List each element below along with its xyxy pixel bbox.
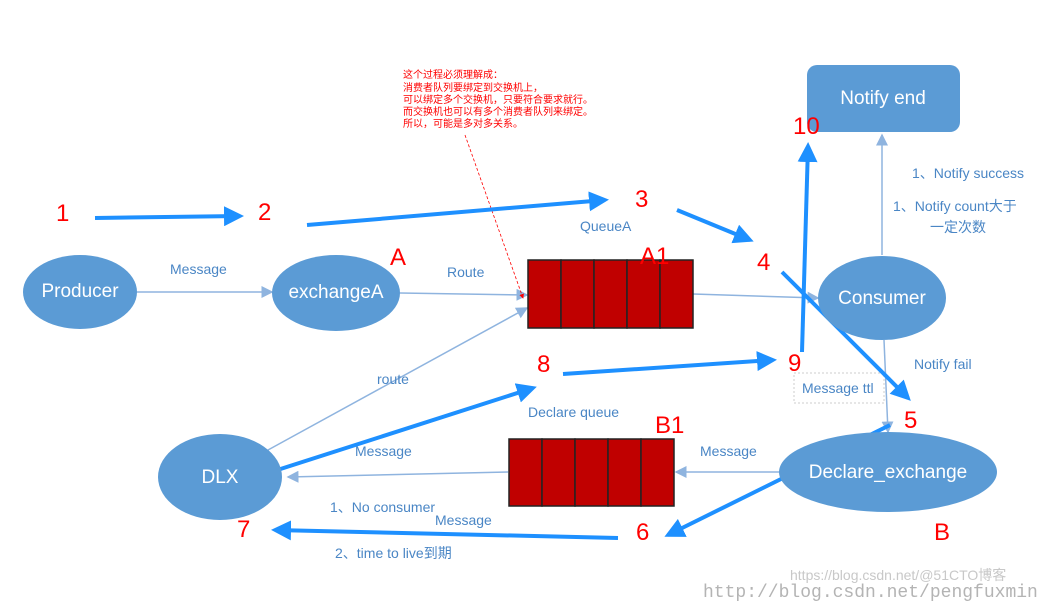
label-no-consumer: 1、No consumer [330,499,435,515]
marker-7: 7 [237,516,250,543]
queue-cell [626,259,661,329]
queue-a [527,259,694,329]
producer-label: Producer [41,281,119,302]
step-arrow-2-3 [306,191,609,227]
step-arrow-7-8 [267,383,537,475]
node-producer: Producer [23,255,137,329]
label-declare-queue: Declare queue [528,404,619,420]
label-message-ttl: Message ttl [802,380,874,396]
marker-3: 3 [635,186,648,213]
marker-10: 10 [793,113,820,140]
node-notify-end: Notify end [807,65,960,132]
annotation-line: 所以，可能是多对多关系。 [403,117,523,130]
label-ttl-expire: 2、time to live到期 [335,545,452,561]
label-message-dlx: Message [355,443,412,459]
marker-6: 6 [636,519,649,546]
annotation-note: 这个过程必须理解成： 消费者队列要绑定到交换机上， 可以绑定多个交换机，只要符合… [403,68,593,130]
dlx-flow-diagram: Producer exchangeA Consumer Notify end D… [23,65,1038,601]
queue-cell [593,259,628,329]
marker-4: 4 [757,249,770,276]
marker-5: 5 [904,407,917,434]
marker-B: B [934,519,950,546]
declare-exchange-label: Declare_exchange [809,462,967,483]
watermark: https://blog.csdn.net/@51CTO博客 [790,567,1006,583]
marker-2: 2 [258,199,271,226]
queue-to-consumer-arrow [692,291,820,304]
marker-A1: A1 [640,243,669,270]
queue-cell [640,438,675,507]
queue-cell [574,438,609,507]
label-route: Route [447,264,485,280]
marker-1: 1 [56,200,69,227]
dlx-label: DLX [202,467,239,488]
step-arrow-3-4 [676,208,754,244]
step-arrow-6-7 [271,520,619,541]
step-arrow-8-9 [562,351,777,376]
label-queueA: QueueA [580,218,632,234]
node-consumer: Consumer [818,256,946,340]
queue-cell [527,259,562,329]
notify-end-label: Notify end [840,88,926,109]
queue-cell [607,438,642,507]
queue-cell [508,438,543,507]
consumer-label: Consumer [838,288,926,309]
label-notify-count: 1、Notify count大于 [893,198,1017,214]
watermark-url: http://blog.csdn.net/pengfuxmin [703,583,1038,601]
exchange-to-queue-arrow [399,288,529,301]
marker-8: 8 [537,351,550,378]
queueb-to-dlx-arrow [286,470,509,483]
queue-cell [541,438,576,507]
node-exchangeA: exchangeA [272,255,400,331]
label-message-declare: Message [700,443,757,459]
queue-cell [659,259,694,329]
marker-B1: B1 [655,412,684,439]
node-dlx: DLX [158,434,282,520]
step-arrow-9-10 [797,142,818,353]
annotation-line: 而交换机也可以有多个消费者队列来绑定。 [403,105,593,118]
marker-9: 9 [788,350,801,377]
label-notify-count-2: 一定次数 [930,219,986,235]
label-dlx-route: route [377,371,409,387]
annotation-line: 消费者队列要绑定到交换机上， [403,81,543,94]
label-message: Message [170,261,227,277]
label-notify-success: 1、Notify success [912,165,1024,181]
annotation-line: 这个过程必须理解成： [403,68,503,81]
annotation-line: 可以绑定多个交换机，只要符合要求就行。 [403,93,593,106]
queue-cell [560,259,595,329]
step-arrow-1-2 [94,206,244,227]
node-declare-exchange: Declare_exchange [779,432,997,512]
consumer-to-declare-arrow [881,339,894,434]
queue-b1 [508,438,675,507]
marker-A: A [390,244,406,271]
label-message-bottom: Message [435,512,492,528]
exchangeA-label: exchangeA [288,282,383,303]
label-notify-fail: Notify fail [914,356,972,372]
